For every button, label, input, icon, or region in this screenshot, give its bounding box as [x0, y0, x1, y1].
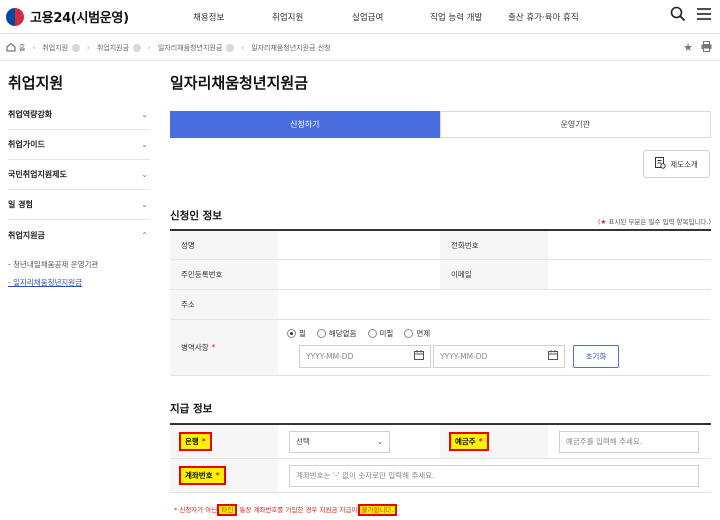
table-row: 성명 전화번호 [170, 231, 711, 260]
breadcrumb-current: 일자리채움청년지원금 신청 [251, 44, 331, 52]
nav-skill-development[interactable]: 직업 능력 개발 [430, 11, 482, 23]
tab-apply[interactable]: 신청하기 [170, 111, 440, 138]
bank-select[interactable]: 선택 ⌄ [289, 430, 390, 453]
rrn-value [278, 260, 440, 289]
chevron-down-icon: ⌄ [141, 110, 148, 119]
nav-employment-support[interactable]: 취업지원 [272, 11, 303, 23]
print-icon[interactable] [701, 41, 712, 55]
breadcrumb: 홈 › 취업지원 › 취업지원금 › 일자리채움청년지원금 › 일자리채움청년지… [6, 41, 331, 55]
calendar-icon[interactable] [414, 350, 424, 362]
applicant-table: 성명 전화번호 주민등록번호 이메일 주소 병역사항 * 필 해당없음 미필 면제… [170, 229, 711, 376]
account-label: 계좌번호 * [170, 459, 278, 492]
table-row: 병역사항 * 필 해당없음 미필 면제 YYYY-MM-DD YYYY-MM-DD… [170, 320, 711, 376]
military-value: 필 해당없음 미필 면제 YYYY-MM-DD YYYY-MM-DD 초기화 [278, 320, 711, 375]
section-title-applicant: 신청인 정보 [170, 210, 222, 222]
sidebar-item-national-program[interactable]: 국민취업지원제도 ⌄ [8, 160, 150, 190]
page-title: 일자리채움청년지원금 [170, 74, 309, 92]
required-note: (★ 표시된 부분은 필수 입력 항목입니다.) [597, 218, 711, 226]
table-row: 계좌번호 * 계좌번호는 '-' 없이 숫자로만 입력해 주세요. [170, 459, 711, 493]
chevron-down-icon: ⌄ [376, 437, 383, 446]
bank-label: 은행 * [170, 425, 278, 458]
nav-unemployment-benefit[interactable]: 실업급여 [352, 11, 383, 23]
end-date-input[interactable]: YYYY-MM-DD [433, 344, 565, 368]
sidebar-menu: 취업역량강화 ⌄ 취업가이드 ⌄ 국민취업지원제도 ⌄ 일 경험 ⌄ 취업지원금 ⌃ - … [8, 100, 150, 292]
site-logo[interactable]: 고용24(시범운영) [6, 7, 129, 26]
nav-job-info[interactable]: 채용정보 [193, 11, 224, 23]
dropdown-icon[interactable] [226, 44, 235, 52]
sidebar-item-work-experience[interactable]: 일 경험 ⌄ [8, 190, 150, 220]
table-row: 주민등록번호 이메일 [170, 260, 711, 290]
tab-operator[interactable]: 운영기관 [439, 111, 711, 138]
menu-icon[interactable] [696, 6, 712, 22]
radio-done[interactable] [287, 328, 296, 338]
chevron-right-icon: › [87, 44, 90, 52]
search-icon[interactable] [670, 6, 686, 22]
nav-parental-leave[interactable]: 출산 휴가·육아 휴직 [508, 11, 579, 23]
date-range: YYYY-MM-DD YYYY-MM-DD 초기화 [299, 344, 619, 368]
sidebar-submenu: - 청년내일채움공제 운영기관 - 일자리채움청년지원금 [8, 250, 150, 292]
chevron-down-icon: ⌄ [141, 140, 148, 149]
holder-value: 예금주를 입력해 주세요. [548, 425, 711, 458]
star-icon[interactable]: ★ [683, 41, 693, 55]
emblem-icon [6, 7, 24, 26]
military-radio-group: 필 해당없음 미필 면제 [279, 328, 430, 339]
chevron-down-icon: ⌄ [141, 170, 148, 179]
rrn-label: 주민등록번호 [170, 260, 278, 289]
chevron-down-icon: ⌄ [141, 200, 148, 209]
breadcrumb-item[interactable]: 일자리채움청년지원금 [158, 43, 235, 53]
document-icon [655, 157, 666, 171]
bank-value: 선택 ⌄ [278, 425, 440, 458]
sidebar-item-guide[interactable]: 취업가이드 ⌄ [8, 130, 150, 160]
account-input[interactable]: 계좌번호는 '-' 없이 숫자로만 입력해 주세요. [289, 464, 699, 487]
tab-bar: 신청하기 운영기관 [170, 111, 711, 138]
account-value: 계좌번호는 '-' 없이 숫자로만 입력해 주세요. [278, 459, 711, 492]
radio-not-done[interactable] [367, 328, 377, 338]
reset-button[interactable]: 초기화 [573, 344, 619, 368]
phone-label: 전화번호 [440, 231, 548, 259]
address-label: 주소 [170, 290, 278, 319]
breadcrumb-item[interactable]: 취업지원 [42, 43, 81, 53]
breadcrumb-item[interactable]: 취업지원금 [97, 43, 142, 53]
sidebar-item-capacity[interactable]: 취업역량강화 ⌄ [8, 100, 150, 130]
dropdown-icon[interactable] [133, 44, 142, 52]
required-star: * [211, 343, 216, 352]
sidebar-title: 취업지원 [8, 74, 64, 92]
address-value [278, 290, 711, 319]
table-row: 주소 [170, 290, 711, 320]
name-value [278, 231, 440, 259]
sidebar-item-subsidy[interactable]: 취업지원금 ⌃ [8, 220, 150, 250]
chevron-right-icon: › [148, 44, 151, 52]
sidebar-sub-item-operator[interactable]: - 청년내일채움공제 운영기관 [8, 256, 150, 274]
chevron-up-icon: ⌃ [141, 230, 148, 240]
holder-input[interactable]: 예금주를 입력해 주세요. [559, 430, 699, 453]
dropdown-icon[interactable] [72, 44, 81, 52]
intro-button[interactable]: 제도소개 [643, 150, 710, 178]
site-name: 고용24(시범운영) [30, 11, 129, 26]
payment-table: 은행 * 선택 ⌄ 예금주 * 예금주를 입력해 주세요. 계좌번호 * 계좌번호는 '… [170, 423, 711, 493]
radio-not-applicable[interactable] [316, 328, 326, 338]
section-title-payment: 지급 정보 [170, 403, 213, 415]
phone-value [548, 231, 711, 259]
start-date-input[interactable]: YYYY-MM-DD [299, 344, 431, 368]
holder-label: 예금주 * [440, 425, 548, 458]
table-row: 은행 * 선택 ⌄ 예금주 * 예금주를 입력해 주세요. [170, 425, 711, 459]
site-header: 고용24(시범운영) 채용정보 취업지원 실업급여 직업 능력 개발 출산 휴가… [0, 0, 720, 34]
sidebar-sub-item-youth-subsidy[interactable]: - 일자리채움청년지원금 [8, 274, 150, 292]
payment-note: * 신청자가 아닌 타인, 통장 계좌번호를 기입한 경우 지원금 지급이 불가… [174, 504, 398, 516]
home-icon [6, 42, 16, 54]
chevron-right-icon: › [241, 44, 245, 52]
email-label: 이메일 [440, 260, 548, 289]
divider [0, 60, 720, 61]
military-label: 병역사항 * [170, 320, 278, 375]
radio-exempt[interactable] [404, 328, 414, 338]
chevron-right-icon: › [32, 44, 36, 52]
breadcrumb-home[interactable]: 홈 [6, 42, 25, 54]
email-value [548, 260, 711, 289]
name-label: 성명 [170, 231, 278, 259]
calendar-icon[interactable] [548, 350, 558, 362]
